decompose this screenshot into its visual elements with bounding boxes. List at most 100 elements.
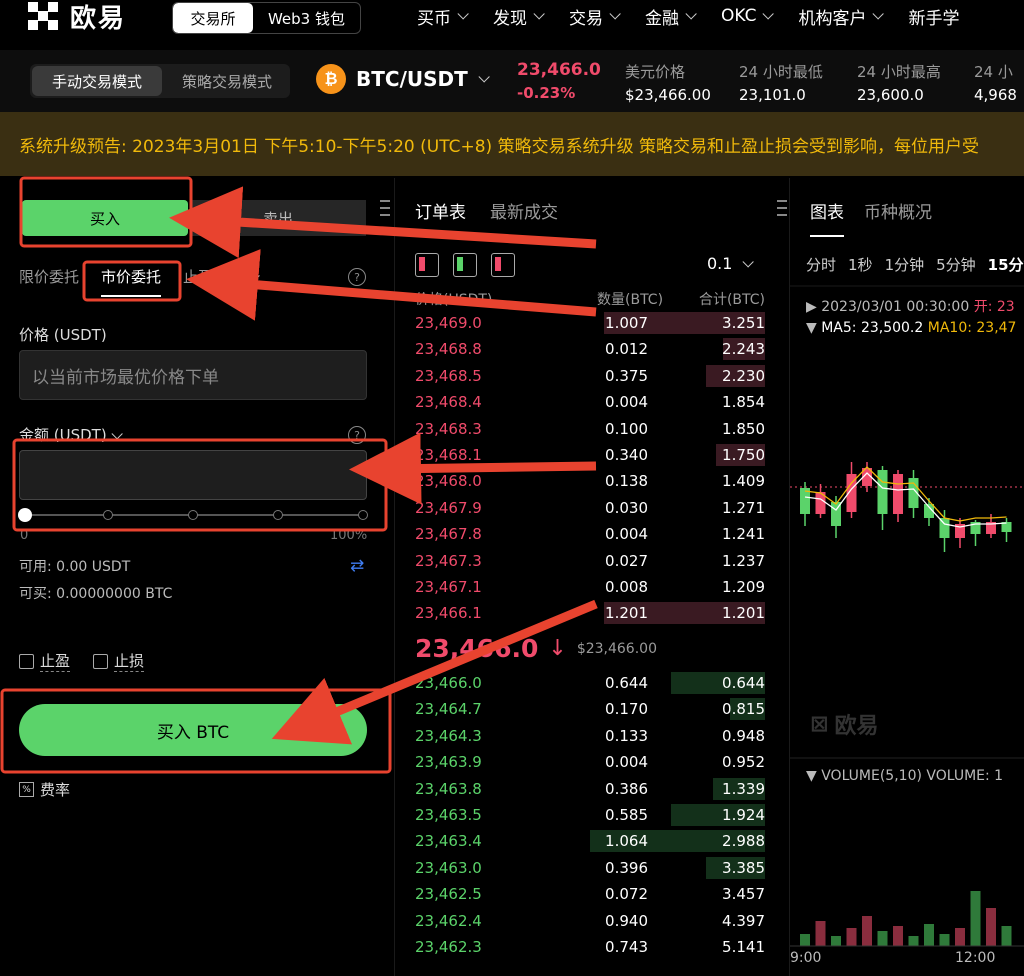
transfer-icon[interactable]: ⇄ — [350, 556, 364, 576]
slider-step[interactable] — [273, 510, 283, 520]
ask-row[interactable]: 23,467.8 0.004 1.241 — [415, 521, 765, 547]
exchange-tab[interactable]: 交易所 — [173, 3, 253, 33]
volume-bar — [986, 908, 996, 946]
stat-24h-low: 24 小时最低 23,101.0 — [739, 61, 823, 104]
ask-row[interactable]: 23,468.8 0.012 2.243 — [415, 336, 765, 362]
take-profit-checkbox[interactable]: 止盈 — [19, 650, 71, 672]
ask-row[interactable]: 23,468.5 0.375 2.230 — [415, 363, 765, 389]
bid-row[interactable]: 23,463.0 0.396 3.385 — [415, 855, 765, 881]
slider-step[interactable] — [103, 510, 113, 520]
main-menu: 买币 发现 交易 金融 OKC 机构客户 新手学 — [417, 0, 987, 32]
menu-okc[interactable]: OKC — [721, 0, 775, 32]
row-total: 0.948 — [722, 726, 765, 745]
web3-wallet-tab[interactable]: Web3 钱包 — [253, 3, 360, 33]
manual-mode-tab[interactable]: 手动交易模式 — [32, 66, 162, 96]
help-icon[interactable]: ? — [348, 268, 366, 286]
down-arrow-icon: ↓ — [548, 636, 567, 661]
menu-buy-crypto[interactable]: 买币 — [417, 0, 469, 32]
bid-row[interactable]: 23,462.3 0.743 5.141 — [415, 934, 765, 960]
menu-finance[interactable]: 金融 — [645, 0, 697, 32]
volume-legend: ▼ VOLUME(5,10) VOLUME: 1 — [806, 768, 1004, 784]
fee-rate-link[interactable]: % 费率 — [19, 779, 70, 800]
precision-select[interactable]: 0.1 — [707, 254, 755, 273]
row-price: 23,463.0 — [415, 858, 482, 877]
ticker-bar: 手动交易模式 策略交易模式 ₿ BTC/USDT 23,466.0 -0.23%… — [0, 50, 1024, 112]
buy-tab[interactable]: 买入 — [22, 200, 188, 236]
menu-label: 新手学 — [908, 8, 960, 29]
row-amount: 0.386 — [605, 779, 648, 798]
ask-row[interactable]: 23,467.1 0.008 1.209 — [415, 574, 765, 600]
row-total: 2.243 — [722, 340, 765, 359]
row-amount: 0.340 — [605, 446, 648, 464]
menu-learn[interactable]: 新手学 — [908, 0, 959, 32]
price-input[interactable]: 以当前市场最优价格下单 — [19, 350, 367, 400]
price-change: -0.23% — [517, 84, 576, 102]
ask-row[interactable]: 23,468.3 0.100 1.850 — [415, 416, 765, 442]
buy-btc-button[interactable]: 买入 BTC — [19, 704, 367, 756]
panel-menu-icon[interactable] — [380, 200, 390, 222]
ask-row[interactable]: 23,468.4 0.004 1.854 — [415, 389, 765, 415]
bid-row[interactable]: 23,463.9 0.004 0.952 — [415, 749, 765, 775]
help-icon[interactable]: ? — [348, 426, 366, 444]
amount-input[interactable] — [19, 450, 367, 500]
fee-label: 费率 — [40, 781, 71, 799]
row-amount: 0.396 — [605, 858, 648, 877]
row-amount: 0.004 — [605, 525, 648, 544]
bid-row[interactable]: 23,464.3 0.133 0.948 — [415, 723, 765, 749]
row-total: 0.952 — [722, 753, 765, 772]
slider-step[interactable] — [188, 510, 198, 520]
chevron-down-icon — [742, 255, 755, 268]
tab-orderbook[interactable]: 订单表 — [415, 198, 466, 223]
row-amount: 0.585 — [605, 806, 648, 824]
okx-logo[interactable]: 欧易 — [28, 0, 126, 34]
volume-bar — [862, 916, 872, 946]
bid-row[interactable]: 23,466.0 0.644 0.644 — [415, 670, 765, 696]
available-balance: 可用: 0.00 USDT — [19, 559, 131, 575]
menu-trade[interactable]: 交易 — [569, 0, 621, 32]
ask-row[interactable]: 23,468.1 0.340 1.750 — [415, 442, 765, 468]
stop-loss-checkbox[interactable]: 止损 — [93, 650, 145, 672]
menu-discover[interactable]: 发现 — [493, 0, 545, 32]
ask-row[interactable]: 23,469.0 1.007 3.251 — [415, 310, 765, 336]
tab-limit-order[interactable]: 限价委托 — [19, 266, 79, 297]
checkbox-icon — [93, 653, 108, 669]
bid-row[interactable]: 23,462.5 0.072 3.457 — [415, 881, 765, 907]
sell-tab[interactable]: 卖出 — [190, 200, 366, 236]
menu-institutional[interactable]: 机构客户 — [798, 0, 885, 32]
volume-bar — [955, 928, 965, 946]
order-panel: 买入 卖出 限价委托 市价委托 止盈止损 ? 价格 (USDT) 以当前市场最优… — [0, 178, 390, 976]
mid-usd-price: $23,466.00 — [576, 640, 657, 657]
strategy-mode-tab[interactable]: 策略交易模式 — [164, 64, 290, 98]
view-both-icon[interactable] — [415, 253, 439, 277]
bid-row[interactable]: 23,464.7 0.170 0.815 — [415, 696, 765, 722]
tab-recent-trades[interactable]: 最新成交 — [490, 198, 558, 223]
ask-row[interactable]: 23,467.9 0.030 1.271 — [415, 495, 765, 521]
tab-market-order[interactable]: 市价委托 — [101, 266, 162, 297]
book-menu-icon[interactable] — [777, 200, 787, 222]
trading-mode-switch: 手动交易模式 策略交易模式 — [30, 64, 290, 98]
amount-label[interactable]: 金额 (USDT) — [19, 424, 124, 445]
chevron-down-icon — [872, 8, 885, 20]
menu-label: 机构客户 — [798, 8, 867, 29]
amount-slider[interactable] — [18, 508, 368, 522]
row-amount: 0.170 — [605, 700, 648, 719]
ask-row[interactable]: 23,467.3 0.027 1.237 — [415, 548, 765, 574]
slider-knob[interactable] — [18, 508, 32, 522]
bid-row[interactable]: 23,463.8 0.386 1.339 — [415, 776, 765, 802]
row-price: 23,463.9 — [415, 753, 482, 772]
chevron-down-icon — [457, 8, 469, 20]
bid-row[interactable]: 23,462.4 0.940 4.397 — [415, 908, 765, 934]
view-asks-icon[interactable] — [491, 253, 515, 277]
bid-row[interactable]: 23,463.4 1.064 2.988 — [415, 828, 765, 854]
order-book: 订单表 最新成交 0.1 价格(USDT) 数量(BTC) 合计(BTC) 23… — [394, 178, 787, 976]
slider-step[interactable] — [358, 510, 368, 520]
bid-row[interactable]: 23,463.5 0.585 1.924 — [415, 802, 765, 828]
row-price: 23,463.8 — [415, 779, 482, 798]
candlestick-chart[interactable] — [790, 178, 1024, 976]
announcement-banner[interactable]: 系统升级预告: 2023年3月01日 下午5:10-下午5:20 (UTC+8)… — [0, 112, 1024, 176]
tab-tpsl-order[interactable]: 止盈止损 — [183, 266, 260, 297]
ask-row[interactable]: 23,468.0 0.138 1.409 — [415, 468, 765, 494]
ask-row[interactable]: 23,466.1 1.201 1.201 — [415, 600, 765, 626]
view-bids-icon[interactable] — [453, 253, 477, 277]
pair-selector[interactable]: ₿ BTC/USDT — [316, 64, 490, 94]
